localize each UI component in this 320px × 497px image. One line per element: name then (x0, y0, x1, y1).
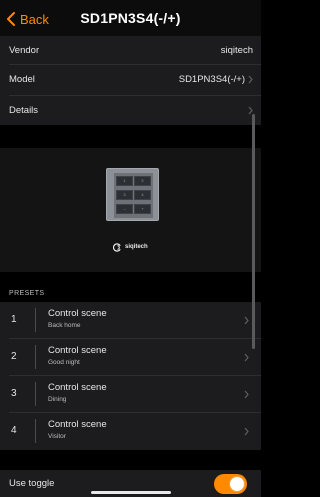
chevron-right-icon (248, 75, 253, 84)
device-image: 1 2 3 4 – + (106, 168, 159, 221)
preset-number: 2 (11, 351, 17, 362)
device-key: 4 (134, 190, 151, 200)
device-info-group: Vendor siqitech Model SD1PN3S4(-/+) Deta… (0, 36, 261, 125)
chevron-right-icon (244, 427, 249, 436)
device-key: 2 (134, 176, 151, 186)
preset-number: 3 (11, 388, 17, 399)
preset-row[interactable]: 4 Control scene Visitor (0, 413, 261, 449)
navigation-bar: Back SD1PN3S4(-/+) (0, 0, 261, 36)
device-key: – (116, 204, 133, 214)
divider (35, 308, 36, 332)
model-row[interactable]: Model SD1PN3S4(-/+) (0, 65, 261, 96)
chevron-right-icon (244, 316, 249, 325)
divider (35, 382, 36, 406)
preset-name: Control scene (48, 382, 107, 393)
preset-row[interactable]: 1 Control scene Back home (0, 302, 261, 338)
divider (35, 419, 36, 443)
chevron-right-icon (244, 390, 249, 399)
vendor-row: Vendor siqitech (0, 36, 261, 67)
device-key: + (134, 204, 151, 214)
preset-subtitle: Back home (48, 322, 81, 329)
vendor-label: Vendor (9, 45, 40, 56)
toggle-knob (229, 476, 245, 492)
scrollbar[interactable] (252, 114, 255, 349)
preset-name: Control scene (48, 345, 107, 356)
preset-subtitle: Dining (48, 396, 67, 403)
details-label: Details (9, 105, 39, 116)
preset-name: Control scene (48, 308, 107, 319)
device-key: 3 (116, 190, 133, 200)
presets-section-header: PRESETS (9, 290, 45, 297)
details-row[interactable]: Details (0, 96, 261, 127)
model-value: SD1PN3S4(-/+) (178, 74, 245, 85)
brand-name: siqitech (125, 244, 148, 250)
preset-number: 4 (11, 425, 17, 436)
use-toggle-switch[interactable] (214, 474, 247, 494)
preset-row[interactable]: 3 Control scene Dining (0, 376, 261, 412)
home-indicator[interactable] (91, 491, 171, 494)
page-title: SD1PN3S4(-/+) (80, 10, 181, 26)
preset-subtitle: Good night (48, 359, 80, 366)
device-key: 1 (116, 176, 133, 186)
presets-list: 1 Control scene Back home 2 Control scen… (0, 302, 261, 450)
preset-name: Control scene (48, 419, 107, 430)
chevron-right-icon (244, 353, 249, 362)
device-image-panel: 1 2 3 4 – + siqitech (0, 148, 261, 272)
brand-logo: siqitech (113, 241, 148, 253)
vendor-value: siqitech (220, 45, 253, 56)
preset-subtitle: Visitor (48, 433, 66, 440)
preset-row[interactable]: 2 Control scene Good night (0, 339, 261, 375)
siqitech-logo-icon (113, 242, 121, 252)
divider (35, 345, 36, 369)
device-keypad: 1 2 3 4 – + (114, 173, 153, 218)
use-toggle-label: Use toggle (9, 478, 55, 489)
preset-number: 1 (11, 314, 17, 325)
model-label: Model (9, 74, 35, 85)
